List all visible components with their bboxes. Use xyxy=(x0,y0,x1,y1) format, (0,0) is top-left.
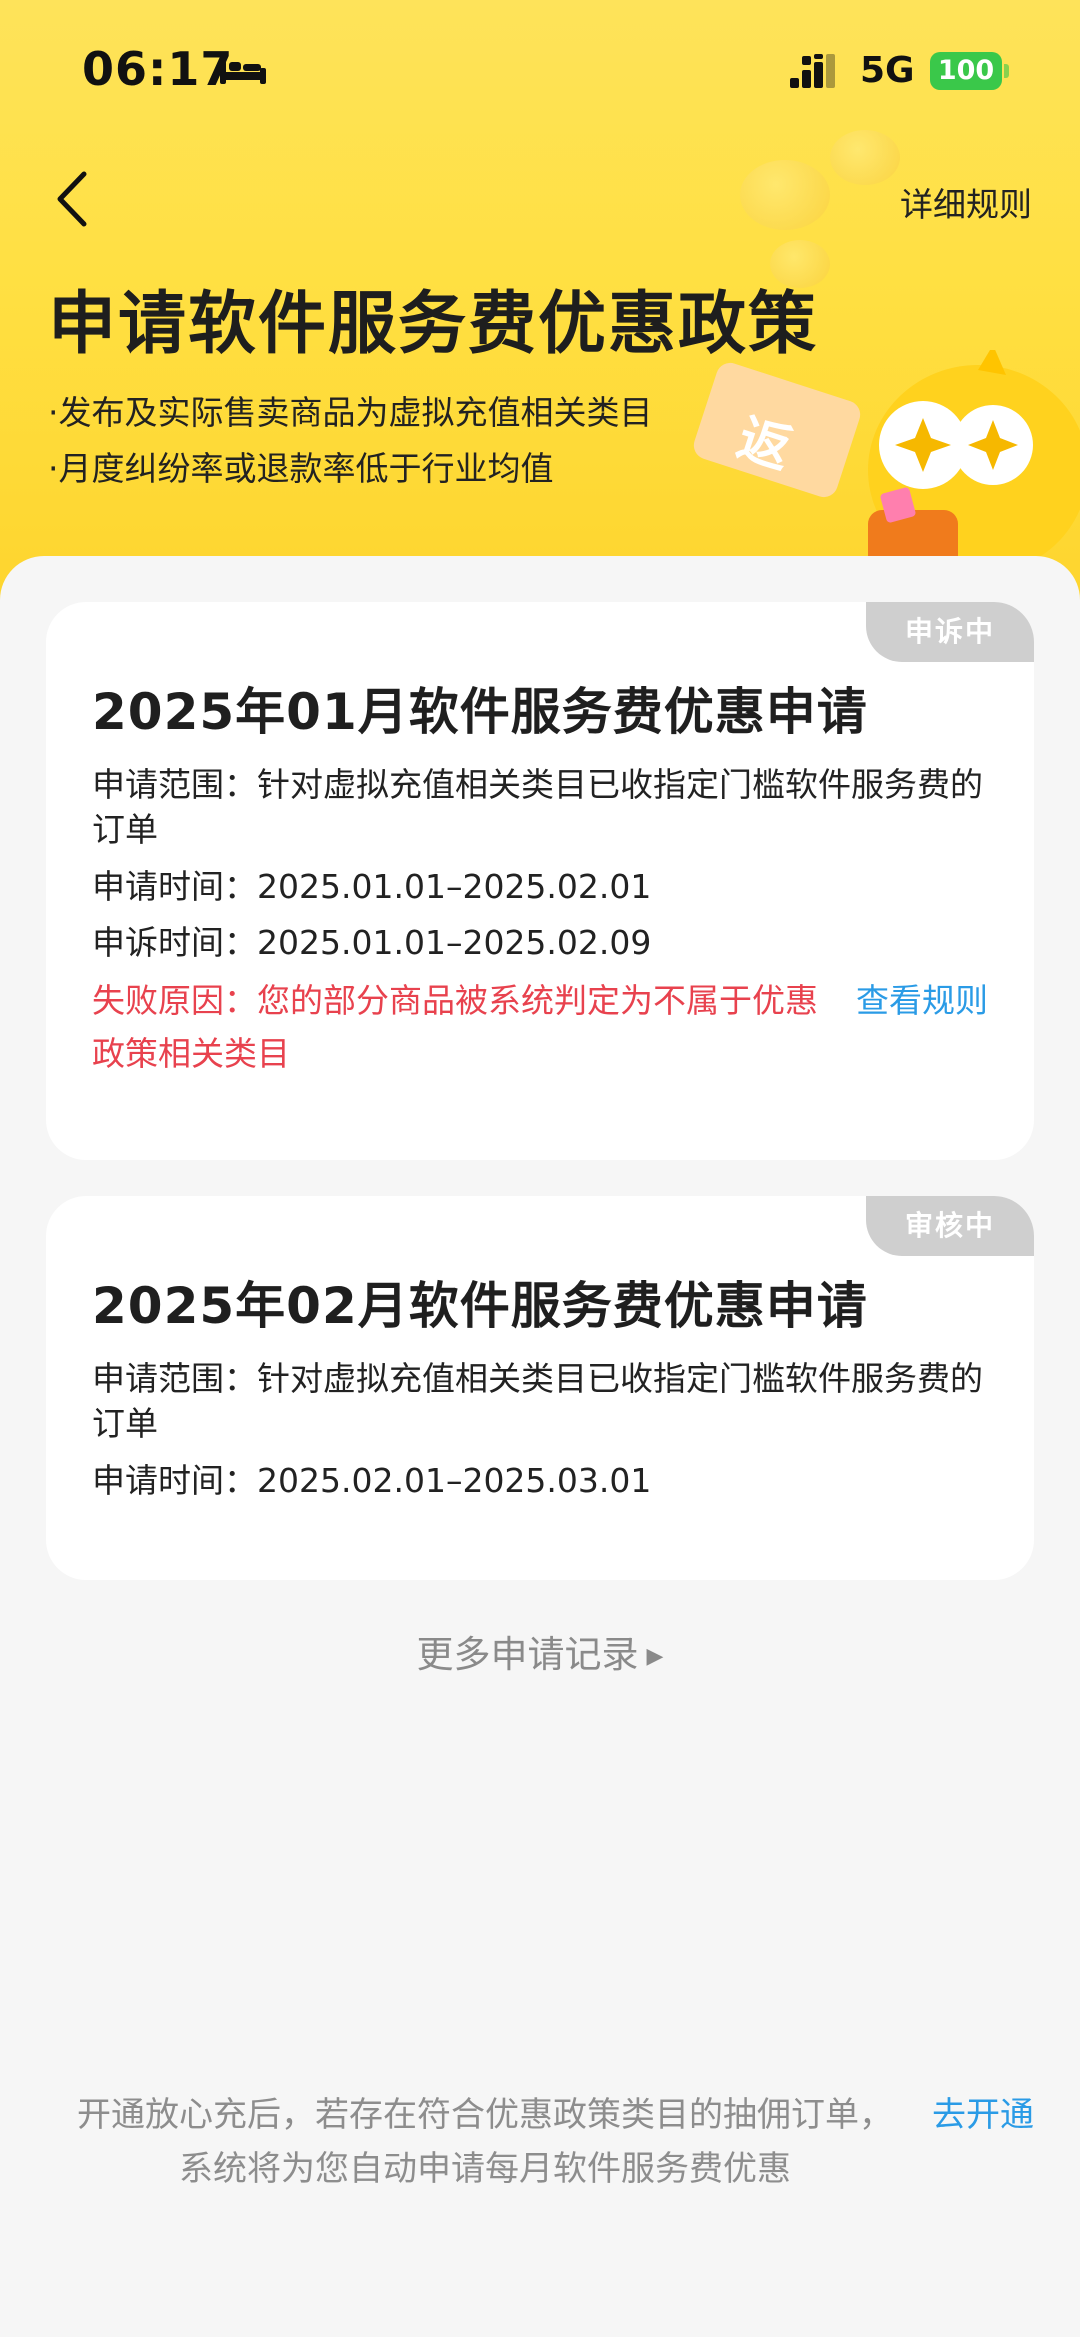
application-card[interactable]: 审核中 2025年02月软件服务费优惠申请 申请范围：针对虚拟充值相关类目已收指… xyxy=(46,1196,1034,1580)
policy-bullet: ·月度纠纷率或退款率低于行业均值 xyxy=(48,449,554,488)
status-badge: 申诉中 xyxy=(866,602,1034,662)
play-arrow-icon: ▶ xyxy=(646,1644,664,1669)
activate-link[interactable]: 去开通 xyxy=(932,2088,1034,2142)
status-badge: 审核中 xyxy=(866,1196,1034,1256)
network-label: 5G xyxy=(860,50,915,91)
more-records-link[interactable]: 更多申请记录 ▶ xyxy=(0,1624,1080,1678)
coin-decoration xyxy=(740,160,830,230)
apply-scope: 申请范围：针对虚拟充值相关类目已收指定门槛软件服务费的订单 xyxy=(92,765,983,849)
page-title: 申请软件服务费优惠政策 xyxy=(48,285,819,364)
card-title: 2025年02月软件服务费优惠申请 xyxy=(92,1277,868,1335)
fail-reason: 失败原因：您的部分商品被系统判定为不属于优惠政策相关类目 xyxy=(92,981,818,1073)
battery-tip xyxy=(1004,64,1009,78)
battery-indicator: 100 xyxy=(930,52,1002,90)
hero-banner: 返 06:17 5G 100 详细规则 申请软件服务费优惠政策 ·发布及实际售卖… xyxy=(0,0,1080,600)
more-records-label: 更多申请记录 xyxy=(416,1633,639,1676)
footer-notice: 开通放心充后，若存在符合优惠政策类目的抽佣订单，系统将为您自动申请每月软件服务费… xyxy=(77,2095,893,2189)
mascot-illustration xyxy=(868,350,1080,575)
policy-bullet: ·发布及实际售卖商品为虚拟充值相关类目 xyxy=(48,393,653,432)
apply-time: 申请时间：2025.01.01–2025.02.01 xyxy=(92,867,652,906)
status-bar: 06:17 5G 100 xyxy=(0,0,1080,140)
view-rules-link[interactable]: 查看规则 xyxy=(856,974,988,1027)
status-time: 06:17 xyxy=(82,42,234,96)
application-card[interactable]: 申诉中 2025年01月软件服务费优惠申请 申请范围：针对虚拟充值相关类目已收指… xyxy=(46,602,1034,1160)
appeal-time: 申诉时间：2025.01.01–2025.02.09 xyxy=(92,923,652,962)
apply-scope: 申请范围：针对虚拟充值相关类目已收指定门槛软件服务费的订单 xyxy=(92,1359,983,1443)
rules-link[interactable]: 详细规则 xyxy=(900,178,1032,226)
back-icon[interactable] xyxy=(52,168,92,230)
apply-time: 申请时间：2025.02.01–2025.03.01 xyxy=(92,1461,652,1500)
signal-icon xyxy=(790,54,835,88)
bed-icon xyxy=(220,60,266,84)
card-title: 2025年01月软件服务费优惠申请 xyxy=(92,683,868,741)
